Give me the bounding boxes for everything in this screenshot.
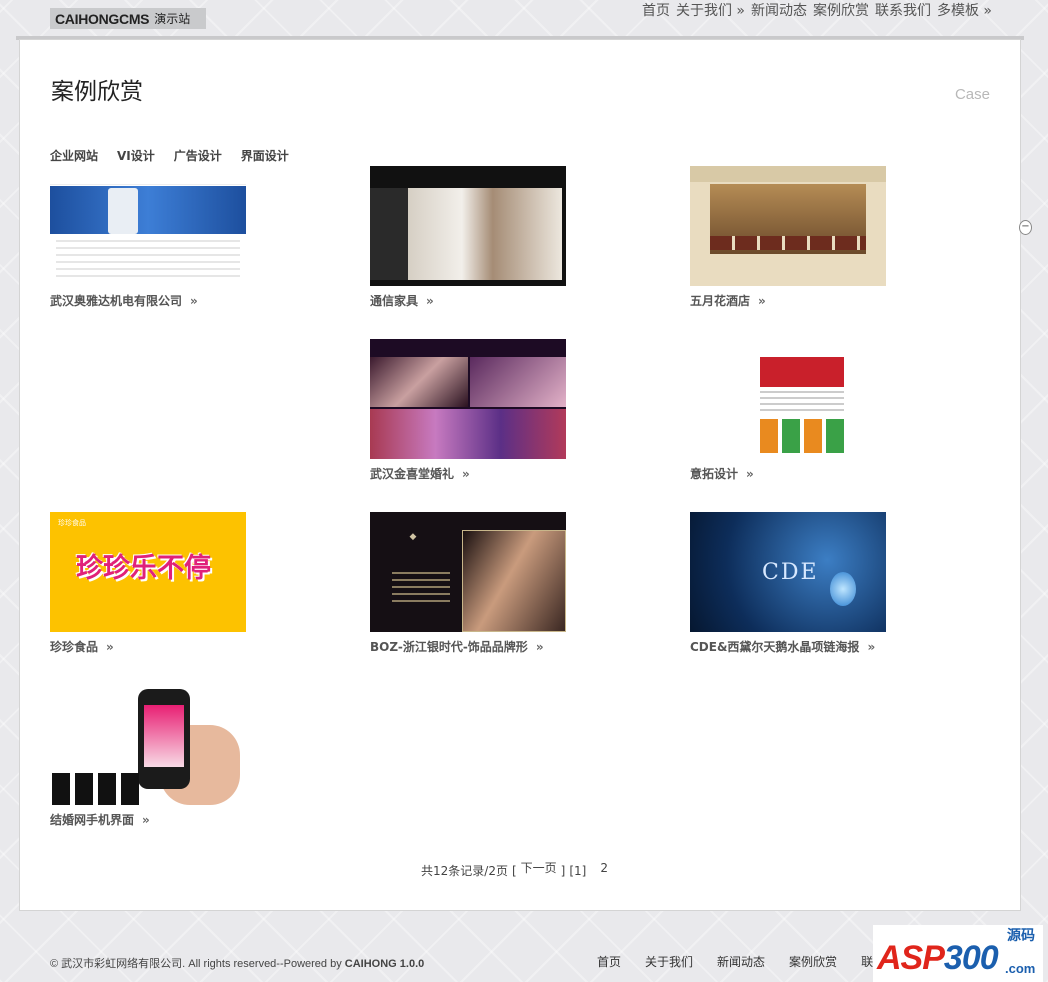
page-title-en: Case bbox=[954, 86, 990, 103]
case-item: 结婚网手机界面 » bbox=[50, 685, 246, 828]
footer-nav-home[interactable]: 首页 bbox=[597, 953, 621, 970]
footer-nav-about[interactable]: 关于我们 bbox=[645, 953, 693, 970]
site-logo[interactable]: CAIHONGCMS 演示站 bbox=[50, 8, 206, 29]
tab-vi-design[interactable]: VI设计 bbox=[117, 147, 155, 164]
case-thumbnail[interactable]: CDE bbox=[690, 512, 886, 632]
case-item: ◆ BOZ-浙江银时代-饰品品牌形 » bbox=[370, 512, 566, 655]
case-title[interactable]: 珍珍食品 » bbox=[50, 638, 246, 655]
case-item: 武汉奥雅达机电有限公司 » bbox=[50, 166, 246, 309]
case-item: 通信家具 » bbox=[370, 166, 566, 309]
case-title[interactable]: 武汉奥雅达机电有限公司 » bbox=[50, 292, 246, 309]
more-arrow: » bbox=[758, 294, 766, 308]
footer-copyright: © 武汉市彩虹网络有限公司. All rights reserved--Powe… bbox=[50, 955, 424, 971]
case-item: 珍珍食品 珍珍乐不停 珍珍食品 » bbox=[50, 512, 246, 655]
case-title[interactable]: CDE&西黛尔天鹅水晶项链海报 » bbox=[690, 638, 886, 655]
nav-templates[interactable]: 多模板 » bbox=[937, 0, 992, 20]
collapse-icon[interactable]: − bbox=[1019, 220, 1032, 235]
case-title[interactable]: 意拓设计 » bbox=[690, 465, 886, 482]
tab-ad-design[interactable]: 广告设计 bbox=[174, 147, 222, 164]
pagination: 共12条记录/2页 [ 下一页 ] [1] 2 bbox=[421, 859, 608, 879]
nav-contact[interactable]: 联系我们 bbox=[875, 0, 931, 20]
case-title[interactable]: 结婚网手机界面 » bbox=[50, 811, 246, 828]
case-title-text: 五月花酒店 bbox=[690, 294, 751, 308]
top-nav: 首页 关于我们 » 新闻动态 案例欣赏 联系我们 多模板 » bbox=[642, 0, 992, 20]
case-title-text: CDE&西黛尔天鹅水晶项链海报 bbox=[690, 640, 860, 654]
case-thumbnail[interactable]: ◆ bbox=[370, 512, 566, 632]
pager-next[interactable]: 下一页 bbox=[521, 859, 557, 876]
case-title-text: 意拓设计 bbox=[690, 467, 739, 481]
more-arrow: » bbox=[746, 467, 754, 481]
tab-corporate-site[interactable]: 企业网站 bbox=[50, 147, 98, 164]
case-title[interactable]: 通信家具 » bbox=[370, 292, 566, 309]
pager-close-bracket: ] bbox=[560, 864, 566, 878]
nav-home[interactable]: 首页 bbox=[642, 0, 670, 20]
case-item: CDE CDE&西黛尔天鹅水晶项链海报 » bbox=[690, 512, 886, 655]
case-title-text: 通信家具 bbox=[370, 294, 419, 308]
footer-nav: 首页 关于我们 新闻动态 案例欣赏 联 bbox=[597, 953, 873, 970]
case-thumbnail[interactable] bbox=[690, 339, 886, 459]
thumb-brand: CDE bbox=[762, 560, 819, 585]
pager-summary: 共12条记录/2页 bbox=[421, 864, 508, 878]
case-thumbnail[interactable] bbox=[50, 166, 246, 286]
case-thumbnail[interactable] bbox=[370, 166, 566, 286]
logo-subtitle: 演示站 bbox=[154, 12, 191, 26]
badge-domain: .com bbox=[1005, 961, 1036, 976]
footer-nav-cases[interactable]: 案例欣赏 bbox=[789, 953, 837, 970]
nav-cases[interactable]: 案例欣赏 bbox=[813, 0, 869, 20]
thumb-slogan: 珍珍乐不停 bbox=[76, 553, 211, 584]
case-item: 意拓设计 » bbox=[690, 339, 886, 482]
nav-news[interactable]: 新闻动态 bbox=[751, 0, 807, 20]
case-title[interactable]: BOZ-浙江银时代-饰品品牌形 » bbox=[370, 638, 566, 655]
badge-logo: ASP300 bbox=[877, 939, 999, 977]
powered-by: CAIHONG 1.0.0 bbox=[344, 958, 425, 970]
case-thumbnail[interactable] bbox=[370, 339, 566, 459]
case-item: 五月花酒店 » bbox=[690, 166, 886, 309]
case-thumbnail[interactable]: 珍珍食品 珍珍乐不停 bbox=[50, 512, 246, 632]
more-arrow: » bbox=[535, 640, 544, 654]
more-arrow: » bbox=[426, 294, 434, 308]
case-title-text: 武汉奥雅达机电有限公司 bbox=[50, 294, 183, 308]
page-title: 案例欣赏 bbox=[51, 79, 143, 105]
pager-page-2[interactable]: 2 bbox=[600, 861, 608, 875]
badge-side-text: 源码 bbox=[1007, 928, 1035, 944]
more-arrow: » bbox=[867, 640, 876, 654]
footer-nav-news[interactable]: 新闻动态 bbox=[717, 953, 765, 970]
footer-nav-contact[interactable]: 联 bbox=[861, 953, 873, 970]
case-item: 武汉金喜堂婚礼 » bbox=[370, 339, 566, 482]
case-title-text: 珍珍食品 bbox=[50, 640, 99, 654]
thumb-tag: 珍珍食品 bbox=[58, 519, 86, 527]
pager-page-1[interactable]: [1] bbox=[569, 864, 586, 878]
case-thumbnail[interactable] bbox=[690, 166, 886, 286]
case-title-text: 武汉金喜堂婚礼 bbox=[370, 467, 455, 481]
case-title-text: BOZ-浙江银时代-饰品品牌形 bbox=[370, 640, 528, 654]
case-title-text: 结婚网手机界面 bbox=[50, 813, 135, 827]
logo-brand: CAIHONGCMS bbox=[55, 10, 150, 27]
more-arrow: » bbox=[142, 813, 150, 827]
category-tabs: 企业网站 VI设计 广告设计 界面设计 bbox=[50, 147, 289, 164]
more-arrow: » bbox=[462, 467, 470, 481]
tab-ui-design[interactable]: 界面设计 bbox=[241, 147, 289, 164]
copyright-text: © 武汉市彩虹网络有限公司. All rights reserved--Powe… bbox=[50, 958, 342, 970]
more-arrow: » bbox=[190, 294, 198, 308]
nav-about[interactable]: 关于我们 » bbox=[676, 0, 745, 20]
case-thumbnail[interactable] bbox=[50, 685, 246, 805]
case-title[interactable]: 武汉金喜堂婚礼 » bbox=[370, 465, 566, 482]
watermark-badge: ASP300 源码 .com bbox=[873, 925, 1043, 982]
more-arrow: » bbox=[106, 640, 114, 654]
pager-open-bracket: [ bbox=[511, 864, 517, 878]
case-title[interactable]: 五月花酒店 » bbox=[690, 292, 886, 309]
